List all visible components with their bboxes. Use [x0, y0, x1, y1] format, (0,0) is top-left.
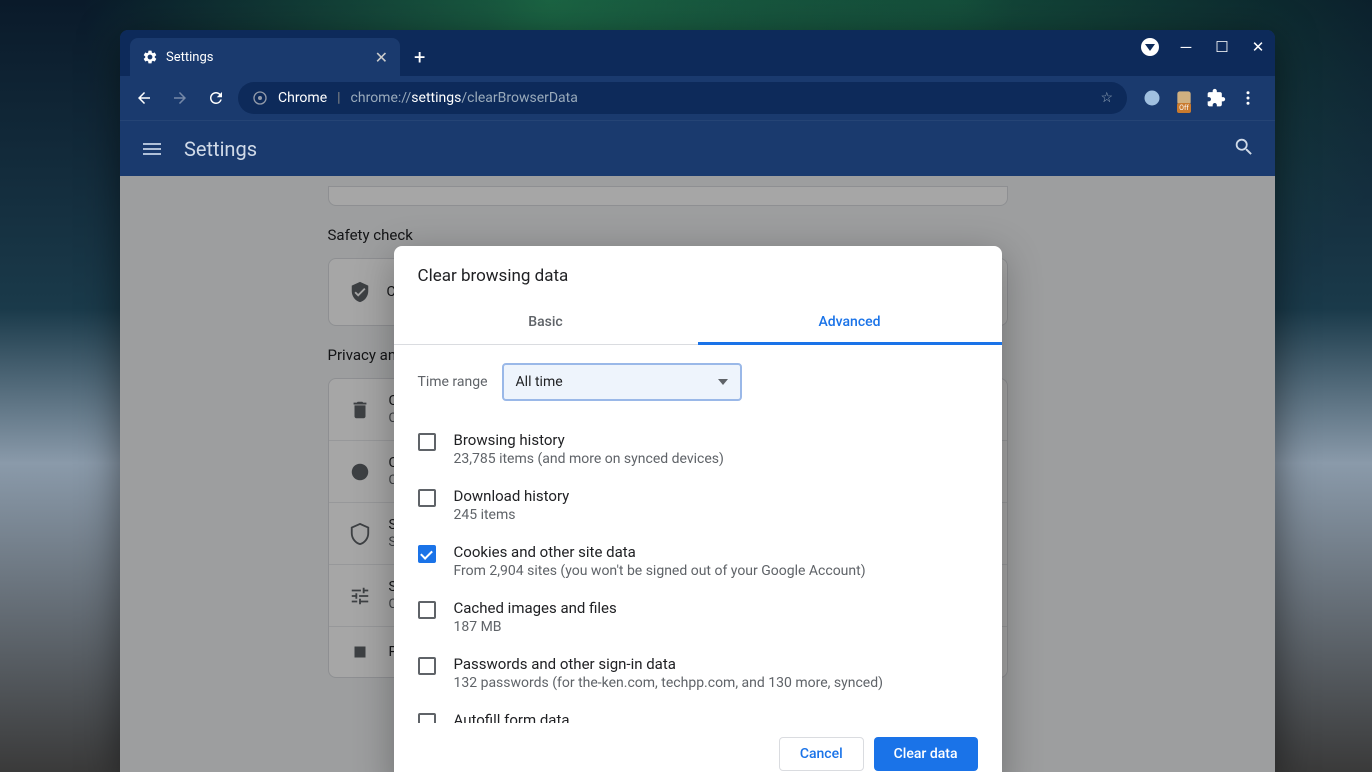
hamburger-icon[interactable] [140, 137, 164, 161]
content-area: Safety check Chro eck now Privacy and s … [120, 176, 1275, 772]
checkbox-subtitle: 132 passwords (for the-ken.com, techpp.c… [454, 675, 978, 691]
close-icon[interactable]: ✕ [375, 48, 388, 67]
profile-icon[interactable] [1141, 38, 1159, 56]
tab-advanced[interactable]: Advanced [698, 302, 1002, 345]
checkbox[interactable] [418, 657, 436, 675]
checkbox-row-1[interactable]: Download history 245 items [418, 477, 978, 533]
noscript-icon[interactable]: Off [1173, 87, 1195, 109]
forward-button[interactable] [166, 84, 194, 112]
maximize-icon[interactable]: ☐ [1213, 38, 1231, 56]
checkbox[interactable] [418, 433, 436, 451]
url-text: chrome://settings/clearBrowserData [351, 90, 578, 106]
checkbox-list: Browsing history 23,785 items (and more o… [394, 413, 1002, 723]
reload-button[interactable] [202, 84, 230, 112]
chevron-down-icon [718, 379, 728, 385]
dialog-title: Clear browsing data [394, 246, 1002, 302]
cancel-button[interactable]: Cancel [779, 737, 864, 771]
checkbox[interactable] [418, 545, 436, 563]
search-icon[interactable] [1233, 136, 1255, 162]
checkbox-subtitle: 23,785 items (and more on synced devices… [454, 451, 978, 467]
address-bar: Chrome | chrome://settings/clearBrowserD… [120, 76, 1275, 120]
dialog-actions: Cancel Clear data [394, 723, 1002, 772]
clear-browsing-data-dialog: Clear browsing data Basic Advanced Time … [394, 246, 1002, 772]
bookmark-star-icon[interactable]: ☆ [1100, 90, 1113, 106]
clear-data-button[interactable]: Clear data [874, 737, 978, 771]
checkbox[interactable] [418, 601, 436, 619]
tab-basic[interactable]: Basic [394, 302, 698, 344]
modal-overlay: Clear browsing data Basic Advanced Time … [120, 176, 1275, 772]
new-tab-button[interactable]: + [400, 38, 439, 76]
extension-icon-1[interactable] [1141, 87, 1163, 109]
checkbox-title: Cookies and other site data [454, 543, 978, 561]
minimize-icon[interactable]: ─ [1177, 38, 1195, 56]
checkbox-row-2[interactable]: Cookies and other site data From 2,904 si… [418, 533, 978, 589]
checkbox-title: Passwords and other sign-in data [454, 655, 978, 673]
tab-title: Settings [166, 50, 367, 65]
checkbox-row-0[interactable]: Browsing history 23,785 items (and more o… [418, 421, 978, 477]
time-range-row: Time range All time [394, 345, 1002, 413]
checkbox-row-5[interactable]: Autofill form data [418, 701, 978, 723]
tab-settings[interactable]: Settings ✕ [130, 38, 400, 76]
page-title: Settings [184, 137, 257, 161]
chrome-icon [252, 90, 268, 106]
checkbox-subtitle: From 2,904 sites (you won't be signed ou… [454, 563, 978, 579]
url-chrome-label: Chrome [278, 90, 327, 106]
checkbox-title: Browsing history [454, 431, 978, 449]
extension-icons: Off [1135, 87, 1265, 109]
checkbox-title: Autofill form data [454, 711, 978, 723]
settings-header: Settings [120, 120, 1275, 176]
checkbox-title: Cached images and files [454, 599, 978, 617]
checkbox-title: Download history [454, 487, 978, 505]
dialog-tabs: Basic Advanced [394, 302, 1002, 345]
url-separator: | [337, 90, 340, 106]
browser-window: Settings ✕ + ─ ☐ ✕ Chrome | chrome://set… [120, 30, 1275, 772]
checkbox-subtitle: 245 items [454, 507, 978, 523]
time-range-label: Time range [418, 374, 488, 390]
gear-icon [142, 49, 158, 65]
address-input[interactable]: Chrome | chrome://settings/clearBrowserD… [238, 82, 1127, 114]
extensions-puzzle-icon[interactable] [1205, 87, 1227, 109]
checkbox[interactable] [418, 713, 436, 723]
checkbox[interactable] [418, 489, 436, 507]
window-controls: ─ ☐ ✕ [1141, 38, 1267, 56]
checkbox-row-4[interactable]: Passwords and other sign-in data 132 pass… [418, 645, 978, 701]
time-range-value: All time [516, 374, 563, 390]
time-range-select[interactable]: All time [502, 363, 742, 401]
back-button[interactable] [130, 84, 158, 112]
tab-bar: Settings ✕ + ─ ☐ ✕ [120, 30, 1275, 76]
checkbox-subtitle: 187 MB [454, 619, 978, 635]
checkbox-row-3[interactable]: Cached images and files 187 MB [418, 589, 978, 645]
close-window-icon[interactable]: ✕ [1249, 38, 1267, 56]
menu-dots-icon[interactable] [1237, 87, 1259, 109]
